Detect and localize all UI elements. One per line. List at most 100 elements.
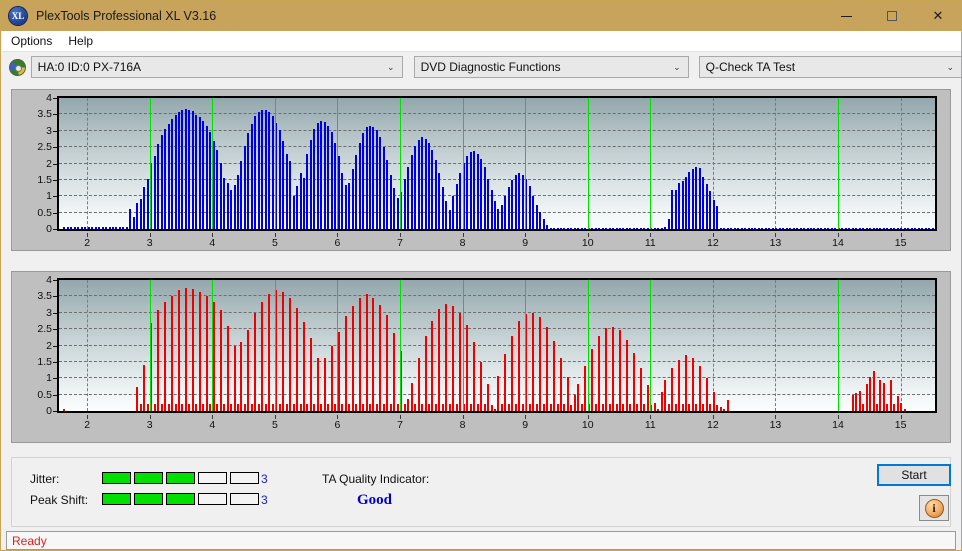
chart-bar xyxy=(546,327,549,411)
chart-bar xyxy=(143,187,146,229)
chart-bar xyxy=(160,404,163,411)
chart-bar xyxy=(452,306,455,411)
x-axis-tick-label: 10 xyxy=(581,419,594,431)
chart-bar xyxy=(577,227,580,229)
chart-bar xyxy=(216,150,219,229)
chart-bar xyxy=(226,325,229,411)
y-axis-tick xyxy=(53,394,57,396)
track-marker xyxy=(274,280,276,411)
close-button[interactable]: ✕ xyxy=(915,1,961,31)
chart-bar xyxy=(84,227,87,229)
chart-bar xyxy=(490,190,493,229)
x-axis-tick-label: 7 xyxy=(397,419,403,431)
y-axis-tick xyxy=(53,179,57,181)
chart-bar xyxy=(608,227,611,229)
x-axis-tick-label: 3 xyxy=(146,237,153,249)
chart-bar xyxy=(160,135,163,229)
chart-bar xyxy=(434,404,437,411)
window-title: PlexTools Professional XL V3.16 xyxy=(36,9,217,23)
info-button[interactable]: i xyxy=(919,495,949,521)
drive-select-value: HA:0 ID:0 PX-716A xyxy=(37,60,142,74)
chart-bar xyxy=(754,227,757,229)
test-select[interactable]: Q-Check TA Test ⌄ xyxy=(698,56,961,78)
chart-bar xyxy=(816,227,819,229)
menu-item-help[interactable]: Help xyxy=(61,32,100,50)
chart-bar xyxy=(917,227,920,229)
chart-bar xyxy=(195,115,198,229)
chart-bar xyxy=(546,225,549,229)
chart-bar xyxy=(570,405,573,411)
y-axis-tick-label: 0.5 xyxy=(37,206,52,219)
chart-bar xyxy=(504,354,507,411)
chart-bar xyxy=(803,227,806,229)
chart-bar xyxy=(237,174,240,229)
chart-bar xyxy=(327,403,330,411)
x-axis-tick-label: 10 xyxy=(581,237,594,249)
chart-bar xyxy=(330,345,333,411)
drive-select[interactable]: HA:0 ID:0 PX-716A ⌄ xyxy=(30,56,403,78)
track-marker xyxy=(462,280,464,411)
chart-bar xyxy=(115,227,118,229)
selector-toolbar: HA:0 ID:0 PX-716A ⌄ DVD Diagnostic Funct… xyxy=(2,52,961,82)
track-marker xyxy=(149,280,151,411)
jitter-meter xyxy=(102,472,259,484)
jitter-plot-area[interactable] xyxy=(57,96,937,231)
y-axis-tick xyxy=(53,378,57,380)
chart-bar xyxy=(667,219,670,229)
chart-bar xyxy=(750,227,753,229)
y-axis-tick-label: 0 xyxy=(46,405,52,417)
chart-bar xyxy=(796,227,799,229)
chart-bar xyxy=(563,227,566,229)
chart-bar xyxy=(594,227,597,229)
x-axis-tick-label: 4 xyxy=(209,419,216,431)
chart-bar xyxy=(698,366,701,411)
chart-bar xyxy=(584,227,587,229)
chart-bar xyxy=(164,302,167,411)
chart-bar xyxy=(403,404,406,411)
gridline-vertical xyxy=(775,280,777,411)
chart-bar xyxy=(775,227,778,229)
chart-bar xyxy=(306,153,309,229)
maximize-icon xyxy=(887,11,897,21)
chart-bar xyxy=(424,138,427,229)
peakshift-plot-area[interactable] xyxy=(57,278,937,413)
minimize-button[interactable] xyxy=(823,1,869,31)
chart-bar xyxy=(455,184,458,229)
maximize-button[interactable] xyxy=(869,1,915,31)
chart-bar xyxy=(452,196,455,229)
chart-bar xyxy=(393,188,396,229)
chart-bar xyxy=(723,227,726,229)
chart-bar xyxy=(368,403,371,411)
x-axis-tick-label: 8 xyxy=(459,419,466,431)
chart-bar xyxy=(695,403,698,411)
chart-bar xyxy=(268,112,271,229)
x-axis-tick-label: 7 xyxy=(397,237,403,249)
chart-bar xyxy=(181,403,184,411)
chart-bar xyxy=(810,227,812,229)
chart-bar xyxy=(177,289,180,411)
y-axis-tick xyxy=(53,196,57,198)
chart-bar xyxy=(889,227,892,229)
chart-bar xyxy=(421,404,424,411)
y-axis-tick-label: 3.5 xyxy=(37,108,52,121)
menu-item-options[interactable]: Options xyxy=(4,32,59,50)
chart-bar xyxy=(518,173,521,229)
chart-bar xyxy=(632,352,635,411)
chart-bar xyxy=(678,182,681,229)
chart-bar xyxy=(153,156,156,229)
chart-bar xyxy=(664,380,667,411)
chart-bar xyxy=(667,403,670,411)
chart-bar xyxy=(122,227,125,229)
chart-bar xyxy=(382,403,385,411)
chart-bar xyxy=(709,191,712,229)
chart-bar xyxy=(782,227,785,229)
chart-bar xyxy=(108,227,111,229)
chart-bar xyxy=(455,403,458,411)
chart-bar xyxy=(716,206,719,229)
chart-bar xyxy=(219,162,222,229)
chart-bar xyxy=(712,199,715,229)
function-select[interactable]: DVD Diagnostic Functions ⌄ xyxy=(413,56,689,78)
chart-bar xyxy=(768,227,771,229)
start-button[interactable]: Start xyxy=(877,464,951,486)
chart-bar xyxy=(591,348,594,411)
